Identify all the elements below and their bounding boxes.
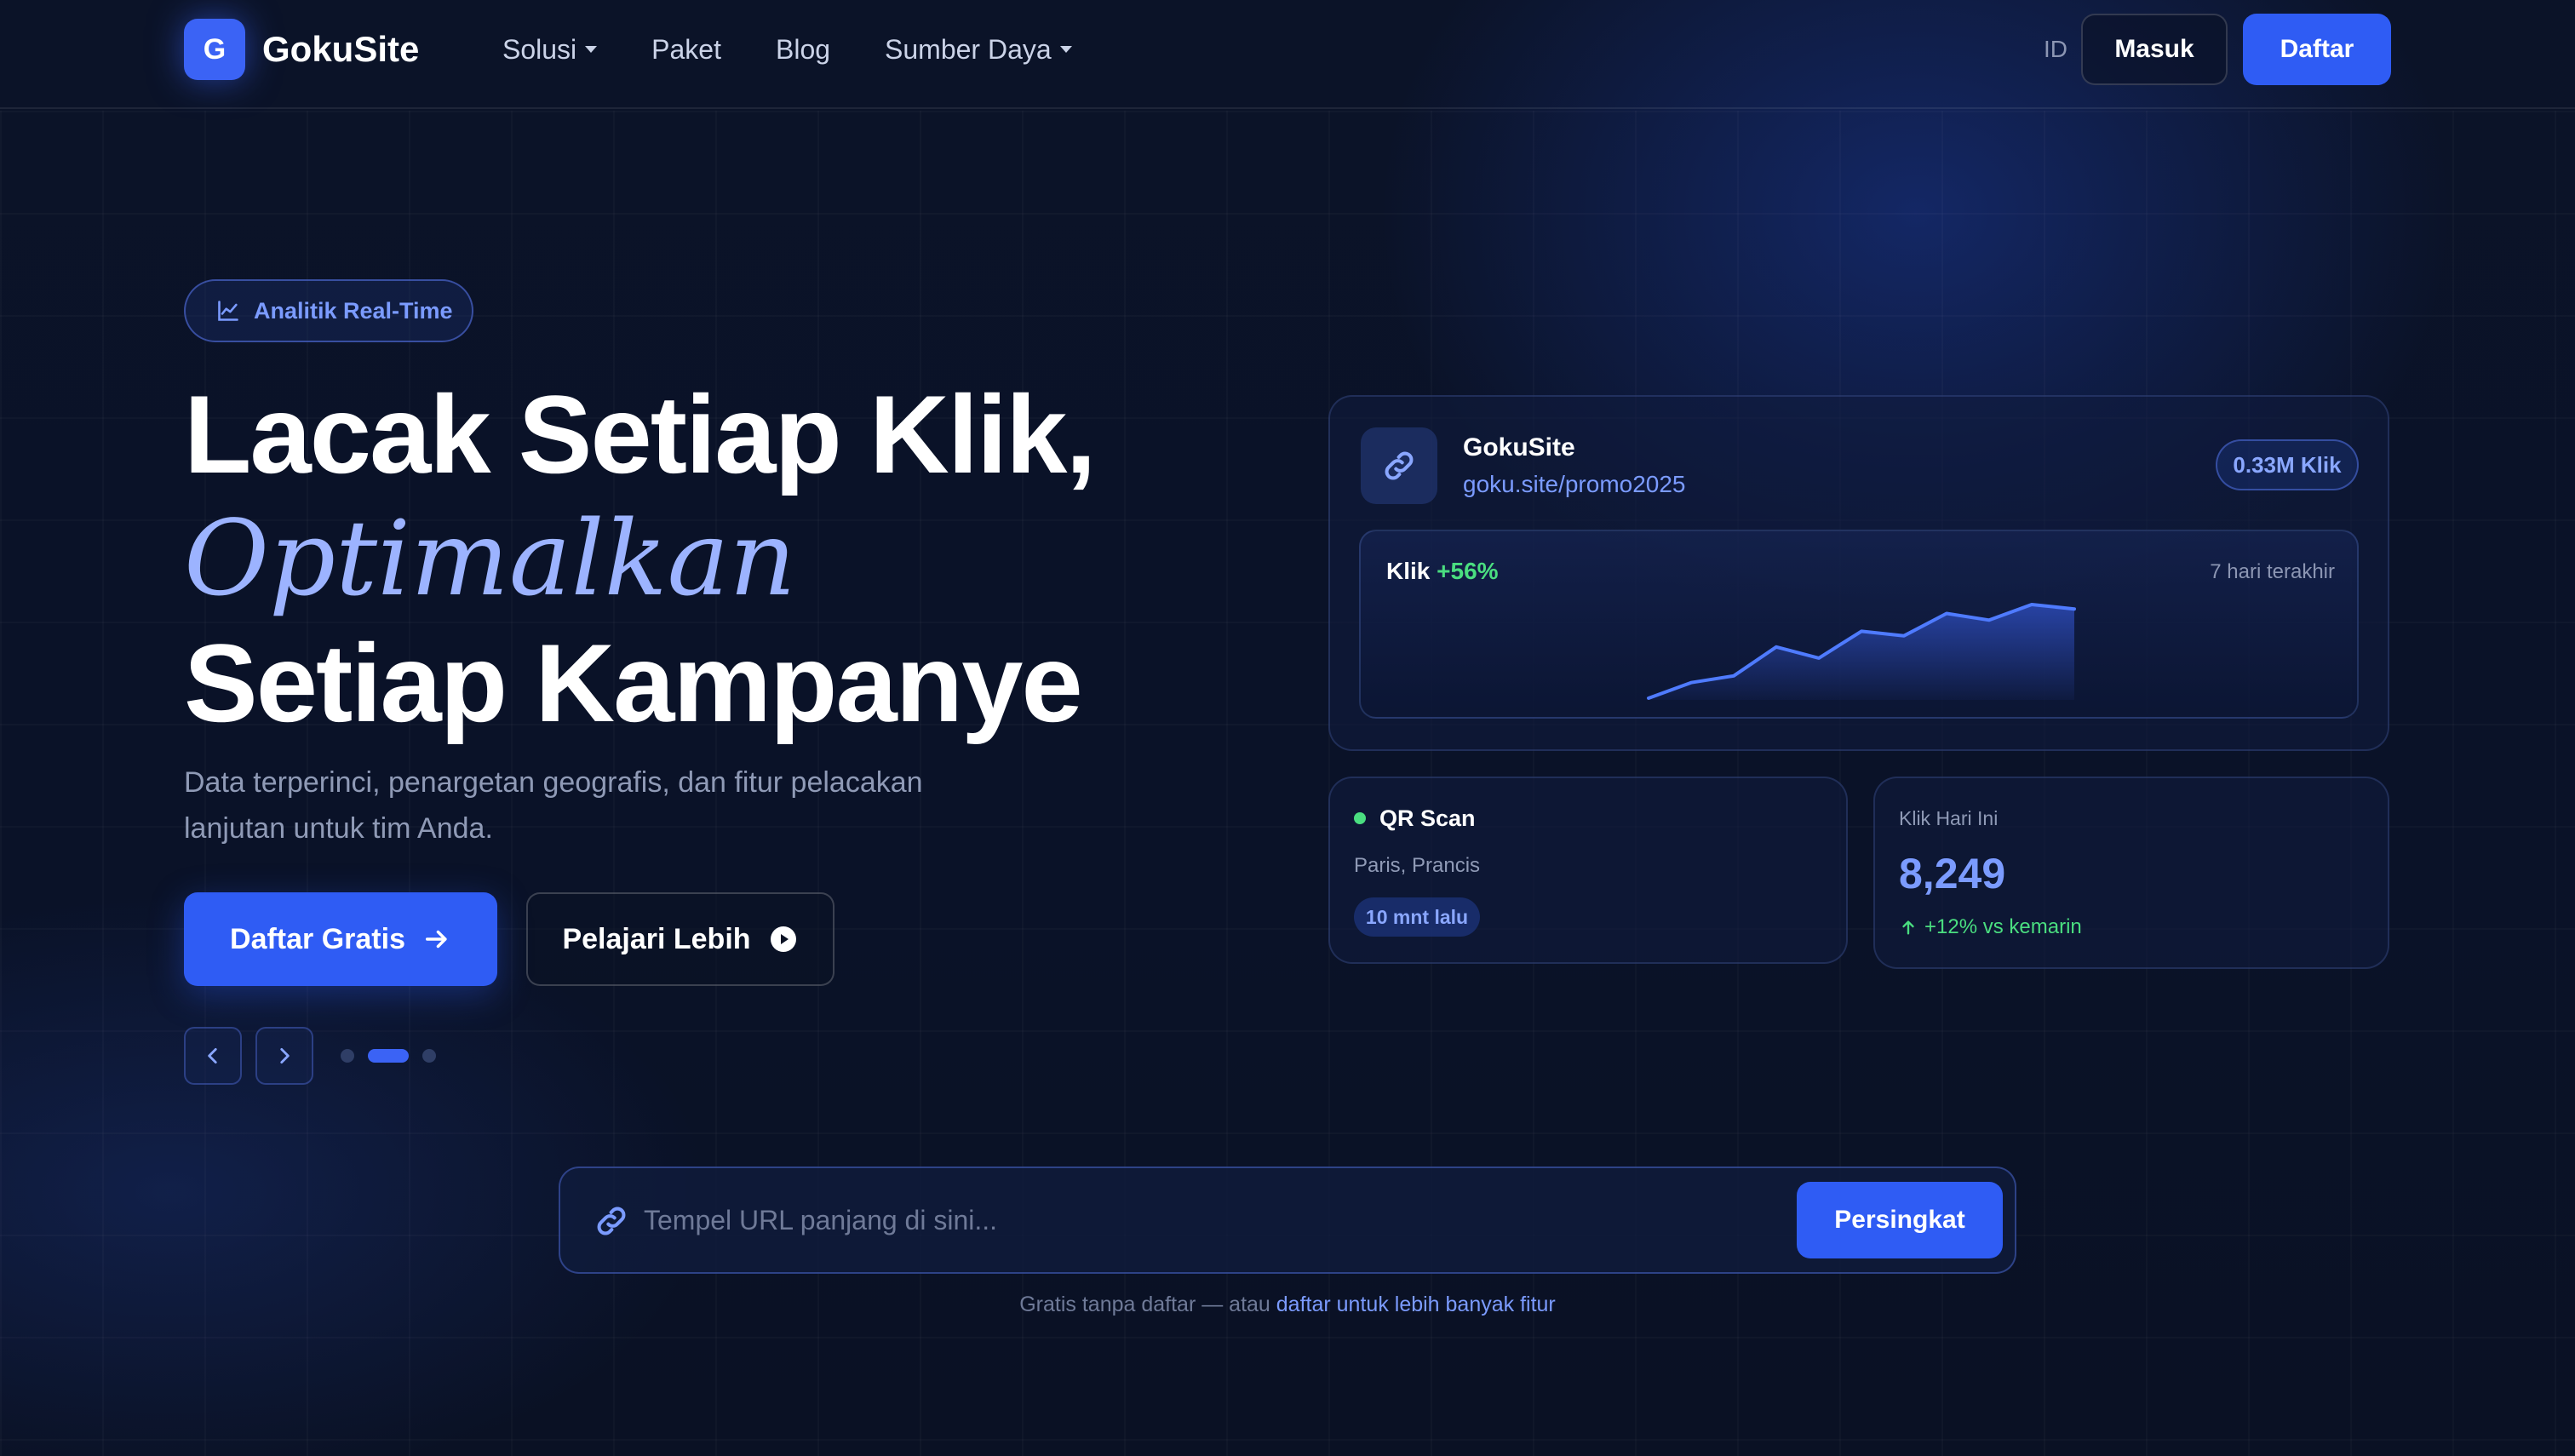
button-label: Pelajari Lebih	[562, 922, 751, 955]
qr-scan-time-badge: 10 mnt lalu	[1354, 897, 1480, 937]
brand-name[interactable]: GokuSite	[262, 26, 419, 73]
link-icon	[1385, 451, 1414, 480]
button-label: Daftar Gratis	[230, 922, 405, 955]
signup-more-features-link[interactable]: daftar untuk lebih banyak fitur	[1276, 1293, 1556, 1316]
hero-title-line-1: Lacak Setiap Klik,	[184, 372, 1097, 496]
chart-line-icon	[218, 301, 238, 321]
top-navigation: G GokuSite Solusi Paket Blog Sumber Daya…	[0, 0, 2575, 109]
play-circle-icon	[770, 926, 796, 952]
link-icon	[597, 1207, 626, 1235]
nav-item-label: Sumber Daya	[885, 34, 1052, 65]
badge-label: Analitik Real-Time	[254, 297, 453, 324]
hero-title-line-2: Optimalkan	[184, 498, 796, 619]
shorten-button[interactable]: Persingkat	[1797, 1182, 2003, 1258]
chart-area-fill	[1649, 605, 2074, 700]
chevron-down-icon	[585, 46, 598, 53]
clicks-area-chart	[1647, 603, 2076, 700]
clicks-today-delta: +12% vs kemarin	[1899, 913, 2082, 942]
nav-item-sumber-daya[interactable]: Sumber Daya	[885, 26, 1072, 73]
footnote-text: Gratis tanpa daftar — atau	[1019, 1293, 1276, 1316]
delta-text: +12% vs kemarin	[1924, 915, 2082, 938]
carousel-prev-button[interactable]	[184, 1027, 242, 1085]
link-icon-box	[1361, 427, 1437, 504]
logo-icon[interactable]: G	[184, 19, 245, 80]
nav-item-blog[interactable]: Blog	[776, 26, 830, 73]
arrow-up-icon	[1902, 920, 1914, 935]
link-card-title: GokuSite	[1463, 433, 1575, 461]
login-button[interactable]: Masuk	[2081, 14, 2228, 85]
learn-more-button[interactable]: Pelajari Lebih	[526, 892, 834, 986]
hero-subtitle: Data terperinci, penargetan geografis, d…	[184, 766, 923, 845]
hero-title-line-3: Setiap Kampanye	[184, 621, 1083, 745]
chevron-down-icon	[1059, 46, 1072, 53]
chevron-left-icon	[208, 1048, 217, 1063]
nav-item-label: Blog	[775, 34, 831, 65]
short-link-url[interactable]: goku.site/promo2025	[1463, 468, 1686, 501]
nav-item-label: Solusi	[502, 34, 577, 65]
live-status-dot	[1354, 812, 1366, 824]
nav-item-label: Paket	[651, 34, 721, 65]
carousel-dot-3[interactable]	[422, 1049, 436, 1063]
qr-scan-location: Paris, Prancis	[1354, 854, 1481, 877]
carousel-next-button[interactable]	[255, 1027, 313, 1085]
arrow-right-icon	[425, 930, 447, 949]
language-switcher[interactable]: ID	[2044, 26, 2067, 73]
nav-item-paket[interactable]: Paket	[651, 26, 721, 73]
signup-free-button[interactable]: Daftar Gratis	[184, 892, 497, 986]
shortener-footnote: Gratis tanpa daftar — atau daftar untuk …	[559, 1287, 2016, 1321]
carousel-dot-2-active[interactable]	[368, 1049, 409, 1063]
nav-links: Solusi Paket Blog Sumber Daya	[502, 26, 1072, 73]
signup-button[interactable]: Daftar	[2243, 14, 2391, 85]
long-url-input[interactable]	[644, 1192, 1776, 1248]
clicks-today-label: Klik Hari Ini	[1899, 807, 1999, 829]
clicks-today-value: 8,249	[1899, 850, 2006, 897]
click-count-badge: 0.33M Klik	[2216, 439, 2359, 490]
chevron-right-icon	[280, 1048, 290, 1063]
qr-scan-title: QR Scan	[1379, 805, 1476, 831]
nav-item-solusi[interactable]: Solusi	[502, 26, 598, 73]
realtime-analytics-badge: Analitik Real-Time	[184, 279, 473, 342]
carousel-dot-1[interactable]	[341, 1049, 354, 1063]
